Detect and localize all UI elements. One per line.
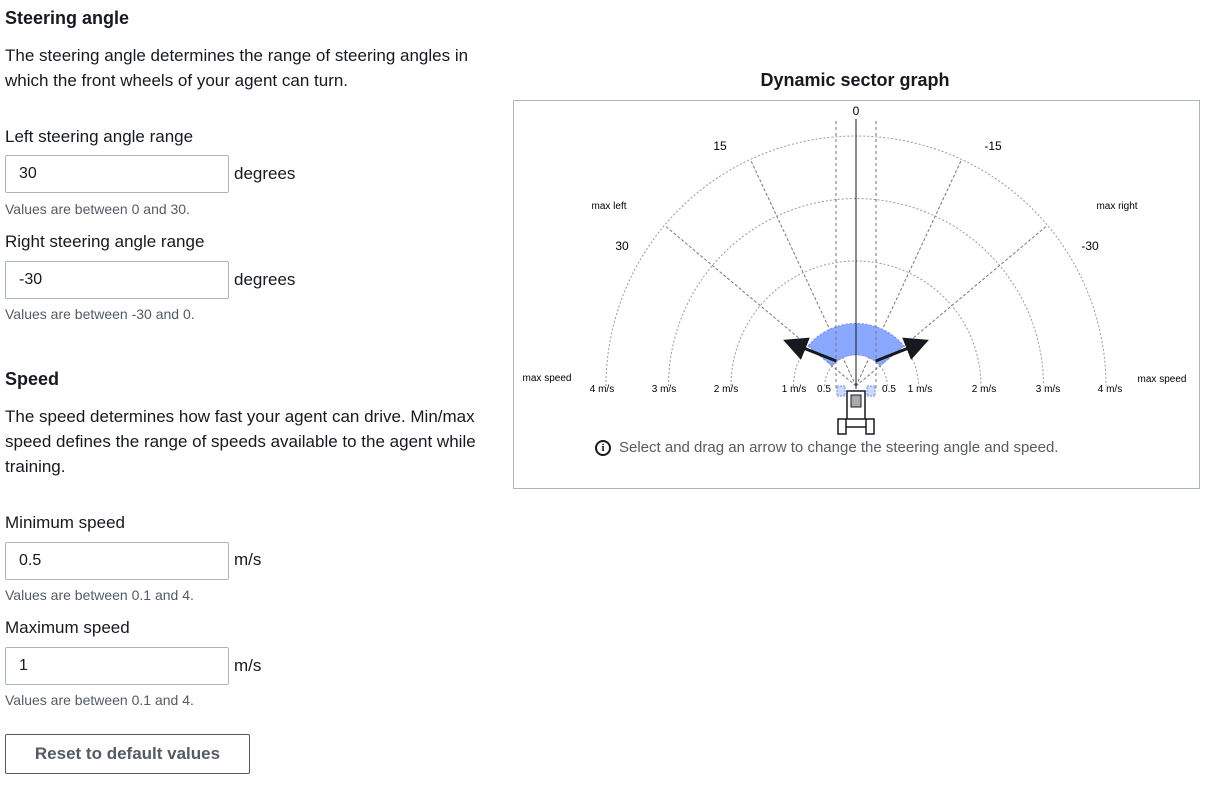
speed-tick-right-3: 3 m/s <box>1036 384 1060 395</box>
speed-heading: Speed <box>5 369 60 389</box>
speed-tick-right-4: 4 m/s <box>1098 384 1122 395</box>
speed-tick-left-05: 0.5 <box>817 384 831 395</box>
sector-graph-svg: 0 15 -15 30 -30 max left max right max s… <box>523 104 1187 435</box>
speed-tick-left-4: 4 m/s <box>590 384 614 395</box>
dynamic-sector-graph: 0 15 -15 30 -30 max left max right max s… <box>513 100 1200 489</box>
left-steering-input[interactable]: 30 <box>5 155 229 193</box>
max-right-label: max right <box>1096 201 1137 212</box>
speed-tick-right-2: 2 m/s <box>972 384 996 395</box>
angle-label-30: 30 <box>615 239 629 253</box>
speed-tick-left-2: 2 m/s <box>714 384 738 395</box>
speed-description: The speed determines how fast your agent… <box>5 407 476 476</box>
speed-tick-right-05: 0.5 <box>882 384 896 395</box>
graph-info: i Select and drag an arrow to change the… <box>595 439 1058 456</box>
right-steering-unit: degrees <box>234 270 296 289</box>
speed-tick-left-1: 1 m/s <box>782 384 806 395</box>
max-speed-label: Maximum speed <box>5 618 130 637</box>
min-speed-unit: m/s <box>234 550 262 569</box>
angle-label-neg30: -30 <box>1081 239 1099 253</box>
max-speed-hint: Values are between 0.1 and 4. <box>5 692 194 708</box>
min-speed-label: Minimum speed <box>5 513 125 532</box>
angle-label-neg15: -15 <box>984 139 1002 153</box>
max-speed-right-label: max speed <box>1138 374 1187 385</box>
speed-tick-right-1: 1 m/s <box>908 384 932 395</box>
right-steering-label: Right steering angle range <box>5 232 205 251</box>
steering-heading: Steering angle <box>5 8 130 28</box>
left-steering-label: Left steering angle range <box>5 127 194 146</box>
min-speed-hint: Values are between 0.1 and 4. <box>5 587 194 603</box>
min-speed-input[interactable]: 0.5 <box>5 542 229 580</box>
info-icon: i <box>595 439 611 456</box>
right-steering-input[interactable]: -30 <box>5 261 229 299</box>
max-speed-unit: m/s <box>234 656 262 675</box>
right-steering-hint: Values are between -30 and 0. <box>5 306 195 322</box>
left-steering-hint: Values are between 0 and 30. <box>5 201 190 217</box>
speed-tick-left-3: 3 m/s <box>652 384 676 395</box>
max-left-label: max left <box>591 201 626 212</box>
graph-info-text: Select and drag an arrow to change the s… <box>619 439 1059 456</box>
max-speed-input[interactable]: 1 <box>5 647 229 685</box>
angle-label-15: 15 <box>713 139 727 153</box>
car-icon <box>836 385 876 435</box>
max-speed-left-label: max speed <box>523 373 572 384</box>
steering-description: The steering angle determines the range … <box>5 46 469 90</box>
angle-label-0: 0 <box>853 104 860 118</box>
graph-title: Dynamic sector graph <box>760 70 950 90</box>
reset-default-button[interactable]: Reset to default values <box>5 734 250 774</box>
left-steering-unit: degrees <box>234 164 296 183</box>
